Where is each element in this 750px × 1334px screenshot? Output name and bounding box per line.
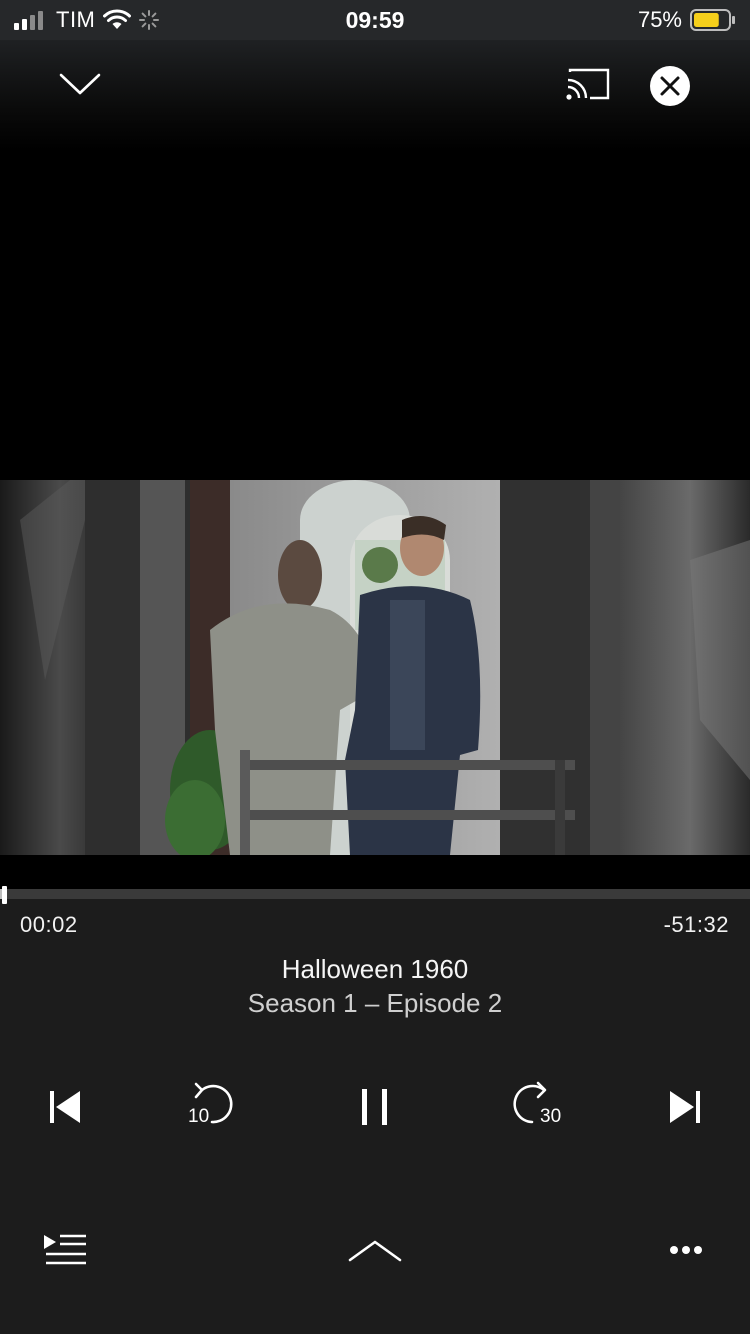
pause-icon [362, 1089, 387, 1125]
progress-thumb[interactable] [1, 886, 7, 904]
battery-percent: 75% [637, 7, 682, 32]
expand-button[interactable] [345, 1230, 405, 1270]
collapse-button[interactable] [55, 64, 105, 104]
more-icon [670, 1246, 702, 1254]
forward-button[interactable]: 30 [508, 1078, 572, 1138]
pause-button[interactable] [350, 1082, 400, 1132]
episode-title: Halloween 1960 [281, 954, 469, 984]
episode-subtitle: Season 1 – Episode 2 [247, 988, 503, 1018]
close-icon [650, 66, 690, 106]
progress-bar[interactable] [0, 886, 750, 904]
more-options-button[interactable] [662, 1230, 710, 1270]
next-button[interactable] [660, 1082, 710, 1132]
chevron-down-icon [59, 73, 101, 95]
video-frame[interactable] [0, 480, 750, 855]
rewind-seconds: 10 [188, 1106, 210, 1127]
previous-button[interactable] [40, 1082, 90, 1132]
video-scene-image [0, 480, 750, 855]
close-button[interactable] [648, 64, 692, 108]
chevron-up-icon [348, 1240, 402, 1262]
queue-list-icon [44, 1234, 86, 1265]
rewind-button[interactable]: 10 [180, 1078, 244, 1138]
cast-button[interactable] [560, 64, 614, 104]
status-bar: TIM 09:59 75% [0, 0, 750, 40]
elapsed-time: 00:02 [20, 912, 78, 937]
cast-icon [566, 68, 610, 100]
skip-previous-icon [50, 1091, 80, 1123]
skip-next-icon [670, 1091, 700, 1123]
queue-button[interactable] [38, 1228, 90, 1272]
player-top-area [0, 40, 750, 480]
forward-seconds: 30 [540, 1106, 562, 1127]
battery-icon [690, 9, 735, 31]
video-letterbox [0, 855, 750, 889]
remaining-time: -51:32 [663, 912, 729, 937]
status-right: 75% [638, 0, 736, 40]
